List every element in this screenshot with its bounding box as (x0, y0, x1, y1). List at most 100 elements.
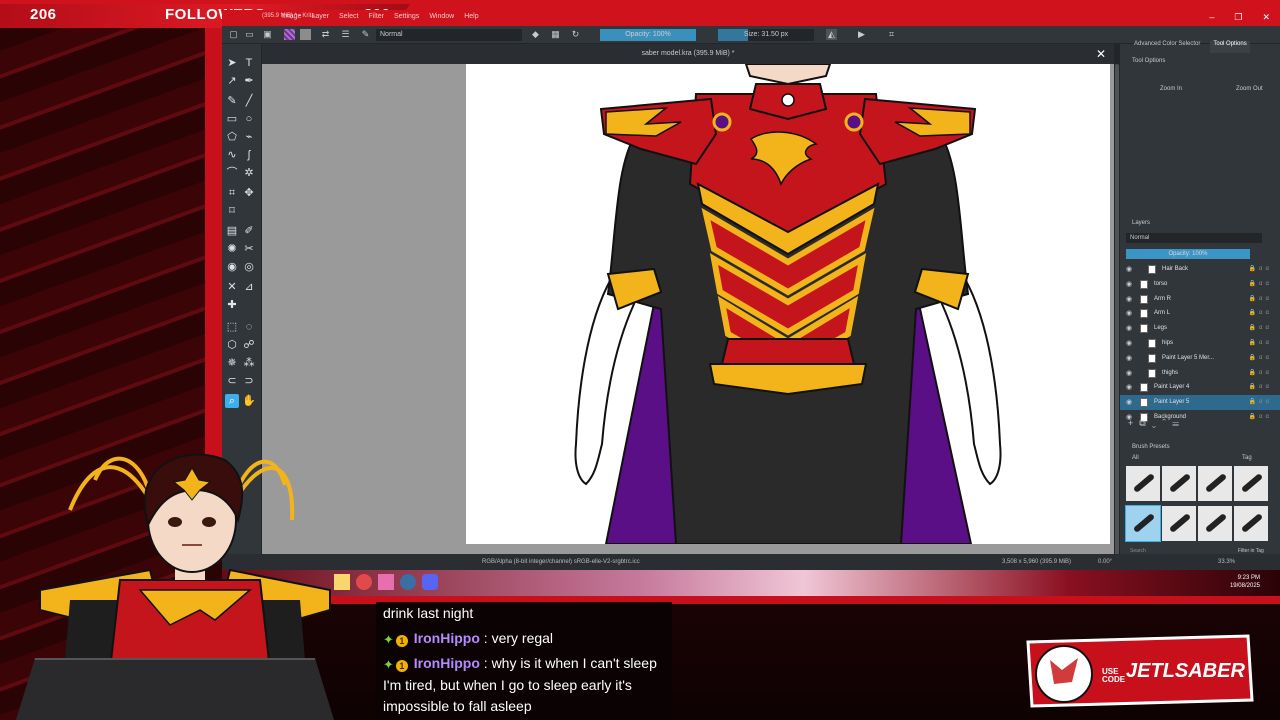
layer-properties-icon[interactable]: ☰ (1172, 418, 1185, 428)
ellipse-tool-icon[interactable]: ○ (242, 112, 256, 126)
duplicate-layer-icon[interactable]: ⧉ (1139, 418, 1151, 428)
layer-lock-icon[interactable]: 🔒αα (1249, 366, 1272, 381)
ellipse-select-icon[interactable]: ◌ (242, 320, 256, 334)
blend-mode-select[interactable]: Normal (376, 29, 522, 41)
brush-preset[interactable] (1126, 466, 1160, 501)
opacity-slider[interactable]: Opacity: 100% (600, 29, 696, 41)
menu-settings[interactable]: Settings (394, 13, 419, 20)
tab-tool-options[interactable]: Tool Options (1210, 41, 1250, 53)
move-tool-icon[interactable]: ✥ (242, 186, 256, 200)
contiguous-select-icon[interactable]: ✵ (225, 356, 239, 370)
minimize-button[interactable]: – (1209, 12, 1214, 23)
visibility-eye-icon[interactable]: ◉ (1126, 292, 1132, 307)
layer-row[interactable]: ◉ Hair Back 🔒αα (1120, 262, 1280, 277)
layer-lock-icon[interactable]: 🔒αα (1249, 336, 1272, 351)
brush-preset[interactable] (1198, 506, 1232, 541)
discord-icon[interactable] (422, 574, 438, 590)
freehand-path-icon[interactable]: ʃ (242, 148, 256, 162)
document-tab[interactable]: saber model.kra (395.9 MiB) * ✕ (262, 44, 1114, 64)
brush-filter-select[interactable]: All (1132, 455, 1139, 461)
freehand-select-icon[interactable]: ☍ (242, 338, 256, 352)
color-picker-icon[interactable]: ✐ (242, 224, 256, 238)
wrap-around-icon[interactable]: ⌗ (886, 29, 897, 40)
brush-preset-selected[interactable] (1125, 505, 1161, 542)
layer-lock-icon[interactable]: 🔒αα (1249, 306, 1272, 321)
visibility-eye-icon[interactable]: ◉ (1126, 351, 1132, 366)
close-document-button[interactable]: ✕ (1096, 44, 1106, 64)
menu-help[interactable]: Help (464, 13, 478, 20)
measure-tool-icon[interactable]: ⊿ (242, 280, 256, 294)
zoom-tool-icon[interactable]: ⌕ (225, 394, 239, 408)
tab-advanced-color-selector[interactable]: Advanced Color Selector (1134, 41, 1200, 53)
transform-tool-icon[interactable]: ⌑ (225, 204, 239, 218)
brush-tag-select[interactable]: Tag (1242, 455, 1252, 461)
visibility-eye-icon[interactable]: ◉ (1126, 366, 1132, 381)
smart-patch-icon[interactable]: ✂ (242, 242, 256, 256)
menu-window[interactable]: Window (429, 13, 454, 20)
calligraphy-icon[interactable]: ✒ (242, 74, 256, 88)
polygon-select-icon[interactable]: ⬡ (225, 338, 239, 352)
zoom-out-option[interactable]: Zoom Out (1236, 86, 1263, 92)
mirror-vertical-icon[interactable]: ▶ (856, 29, 867, 40)
visibility-eye-icon[interactable]: ◉ (1126, 380, 1132, 395)
select-shapes-icon[interactable]: ➤ (225, 56, 239, 70)
layers-opacity-slider[interactable]: Opacity: 100% (1126, 249, 1250, 259)
enclose-fill-icon[interactable]: ◎ (242, 260, 256, 274)
layer-row[interactable]: ◉ Paint Layer 5 Mer... 🔒αα (1120, 351, 1280, 366)
mirror-horizontal-icon[interactable]: ◭ (826, 29, 837, 40)
move-down-icon[interactable]: ⌄ (1152, 418, 1162, 428)
bezier-tool-icon[interactable]: ∿ (225, 148, 239, 162)
add-layer-icon[interactable]: + (1128, 418, 1139, 428)
rectangle-tool-icon[interactable]: ▭ (225, 112, 239, 126)
bezier-select-icon[interactable]: ⊂ (225, 374, 239, 388)
dynamic-brush-icon[interactable]: ⌒ (225, 166, 239, 180)
polygon-tool-icon[interactable]: ⬠ (225, 130, 239, 144)
edit-shapes-icon[interactable]: ↗ (225, 74, 239, 88)
menu-layer[interactable]: Layer (311, 13, 329, 20)
magnetic-select-icon[interactable]: ⊃ (242, 374, 256, 388)
brush-preset[interactable] (1198, 466, 1232, 501)
open-document-icon[interactable]: ▭ (244, 29, 255, 40)
fill-tool-icon[interactable]: ◉ (225, 260, 239, 274)
brush-editor-icon[interactable]: ✎ (360, 29, 371, 40)
brush-preset[interactable] (1234, 466, 1268, 501)
pattern-swatch[interactable] (300, 29, 311, 40)
visibility-eye-icon[interactable]: ◉ (1126, 306, 1132, 321)
scrollbar-thumb[interactable] (1115, 64, 1119, 564)
brush-presets-icon[interactable]: ☰ (340, 29, 351, 40)
layer-row[interactable]: ◉ Arm R 🔒αα (1120, 292, 1280, 307)
similar-select-icon[interactable]: ⁂ (242, 356, 256, 370)
crop-tool-icon[interactable]: ⌗ (225, 186, 239, 200)
freehand-brush-icon[interactable]: ✎ (225, 94, 239, 108)
layer-row[interactable]: ◉ thighs 🔒αα (1120, 366, 1280, 381)
maximize-button[interactable]: ❐ (1234, 12, 1242, 23)
layer-row[interactable]: ◉ hips 🔒αα (1120, 336, 1280, 351)
layer-lock-icon[interactable]: 🔒αα (1249, 277, 1272, 292)
swap-colors-icon[interactable]: ⇄ (320, 29, 331, 40)
reload-preset-icon[interactable]: ↻ (570, 29, 581, 40)
layer-row-selected[interactable]: ◉ Paint Layer 5 🔒αα (1120, 395, 1280, 411)
line-tool-icon[interactable]: ╱ (242, 94, 256, 108)
layer-lock-icon[interactable]: 🔒αα (1249, 321, 1272, 336)
layer-lock-icon[interactable]: 🔒αα (1249, 351, 1272, 366)
canvas-area[interactable]: saber model.kra (395.9 MiB) * ✕ (262, 44, 1114, 554)
layer-row[interactable]: ◉ Legs 🔒αα (1120, 321, 1280, 336)
menu-select[interactable]: Select (339, 13, 358, 20)
layer-row[interactable]: ◉ Arm L 🔒αα (1120, 306, 1280, 321)
layer-lock-icon[interactable]: 🔒αα (1249, 395, 1272, 410)
move-up-icon[interactable]: ⌃ (1162, 418, 1172, 428)
layer-lock-icon[interactable]: 🔒αα (1249, 292, 1272, 307)
layer-lock-icon[interactable]: 🔒αα (1249, 410, 1272, 425)
text-tool-icon[interactable]: T (242, 56, 256, 70)
menu-image[interactable]: Image (282, 13, 301, 20)
assistant-tool-icon[interactable]: ✕ (225, 280, 239, 294)
multibrush-icon[interactable]: ✲ (242, 166, 256, 180)
layer-row[interactable]: ◉ Paint Layer 4 🔒αα (1120, 380, 1280, 395)
new-document-icon[interactable]: ▢ (228, 29, 239, 40)
polyline-tool-icon[interactable]: ⌁ (242, 130, 256, 144)
visibility-eye-icon[interactable]: ◉ (1126, 262, 1132, 277)
canvas-paper[interactable] (466, 64, 1110, 544)
brush-preset[interactable] (1234, 506, 1268, 541)
eraser-icon[interactable]: ◆ (530, 29, 541, 40)
brush-preset[interactable] (1162, 466, 1196, 501)
